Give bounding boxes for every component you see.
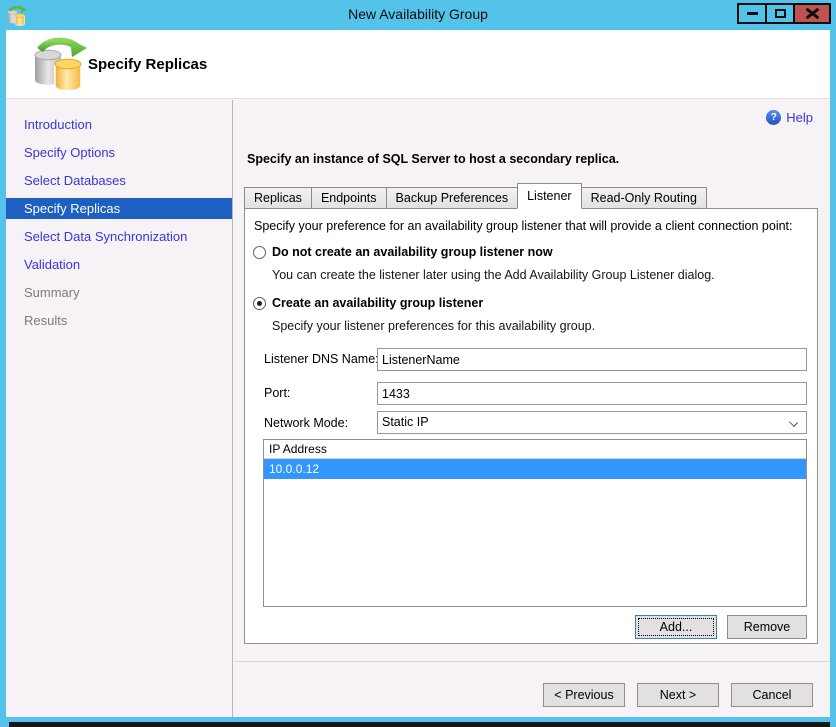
close-icon — [806, 8, 819, 19]
minimize-icon — [746, 12, 758, 15]
wizard-navigation-buttons: < Previous Next > Cancel — [543, 683, 813, 707]
maximize-icon — [774, 9, 786, 18]
ip-address-column-header: IP Address — [264, 440, 806, 459]
dns-name-label: Listener DNS Name: — [264, 352, 379, 366]
dialog-window: New Availability Group Specify Replicas … — [0, 0, 836, 727]
sidebar-item-specify-replicas[interactable]: Specify Replicas — [6, 198, 232, 219]
tab-listener[interactable]: Listener — [517, 183, 582, 209]
tab-strip: Replicas Endpoints Backup Preferences Li… — [244, 183, 707, 209]
port-label: Port: — [264, 386, 291, 400]
sidebar-item-select-databases[interactable]: Select Databases — [6, 170, 232, 191]
wizard-steps-sidebar: Introduction Specify Options Select Data… — [6, 100, 233, 717]
help-label: Help — [786, 110, 813, 125]
sidebar-item-results: Results — [24, 313, 68, 328]
radio-unchecked-icon — [253, 246, 266, 259]
minimize-button[interactable] — [737, 3, 767, 24]
listener-intro-text: Specify your preference for an availabil… — [254, 219, 793, 233]
window-bottom-edge — [9, 722, 830, 727]
network-mode-label: Network Mode: — [264, 416, 349, 430]
wizard-main-panel: ? Help Specify an instance of SQL Server… — [234, 100, 830, 717]
sidebar-item-introduction[interactable]: Introduction — [6, 114, 232, 135]
sidebar-item-specify-options[interactable]: Specify Options — [6, 142, 232, 163]
add-button[interactable]: Add... — [635, 615, 717, 639]
dialog-body: Specify Replicas Introduction Specify Op… — [6, 30, 830, 717]
window-title: New Availability Group — [348, 6, 488, 22]
help-link[interactable]: ? Help — [766, 110, 813, 125]
tab-endpoints[interactable]: Endpoints — [310, 187, 387, 209]
tab-replicas[interactable]: Replicas — [244, 187, 312, 209]
previous-button[interactable]: < Previous — [543, 683, 625, 707]
remove-button[interactable]: Remove — [727, 615, 807, 639]
port-input[interactable] — [377, 382, 807, 405]
tab-backup-preferences[interactable]: Backup Preferences — [385, 187, 519, 209]
sidebar-item-validation[interactable]: Validation — [6, 254, 232, 275]
ip-address-row[interactable]: 10.0.0.12 — [264, 459, 806, 479]
chevron-down-icon — [789, 418, 798, 427]
radio-do-not-create-description: You can create the listener later using … — [272, 268, 715, 282]
footer-divider — [234, 661, 830, 662]
maximize-button[interactable] — [765, 3, 795, 24]
titlebar[interactable]: New Availability Group — [0, 0, 836, 30]
cancel-button[interactable]: Cancel — [731, 683, 813, 707]
radio-create-description: Specify your listener preferences for th… — [272, 319, 596, 333]
specify-replicas-icon — [34, 37, 87, 92]
help-icon: ? — [766, 110, 782, 125]
network-mode-select[interactable]: Static IP — [377, 411, 807, 434]
radio-checked-icon — [253, 297, 266, 310]
sidebar-item-select-data-synchronization[interactable]: Select Data Synchronization — [6, 226, 232, 247]
panel-heading: Specify an instance of SQL Server to hos… — [247, 152, 620, 166]
close-button[interactable] — [793, 3, 831, 24]
wizard-header: Specify Replicas — [6, 30, 830, 99]
next-button[interactable]: Next > — [637, 683, 719, 707]
tab-read-only-routing[interactable]: Read-Only Routing — [580, 187, 707, 209]
dns-name-input[interactable] — [377, 348, 807, 371]
ip-address-list: IP Address 10.0.0.12 — [263, 439, 807, 607]
radio-do-not-create-listener[interactable]: Do not create an availability group list… — [253, 245, 553, 259]
page-title: Specify Replicas — [88, 56, 208, 73]
listener-tab-panel: Specify your preference for an availabil… — [244, 208, 818, 644]
network-mode-value: Static IP — [382, 415, 429, 429]
radio-create-listener[interactable]: Create an availability group listener — [253, 296, 483, 310]
sidebar-item-summary: Summary — [24, 285, 80, 300]
